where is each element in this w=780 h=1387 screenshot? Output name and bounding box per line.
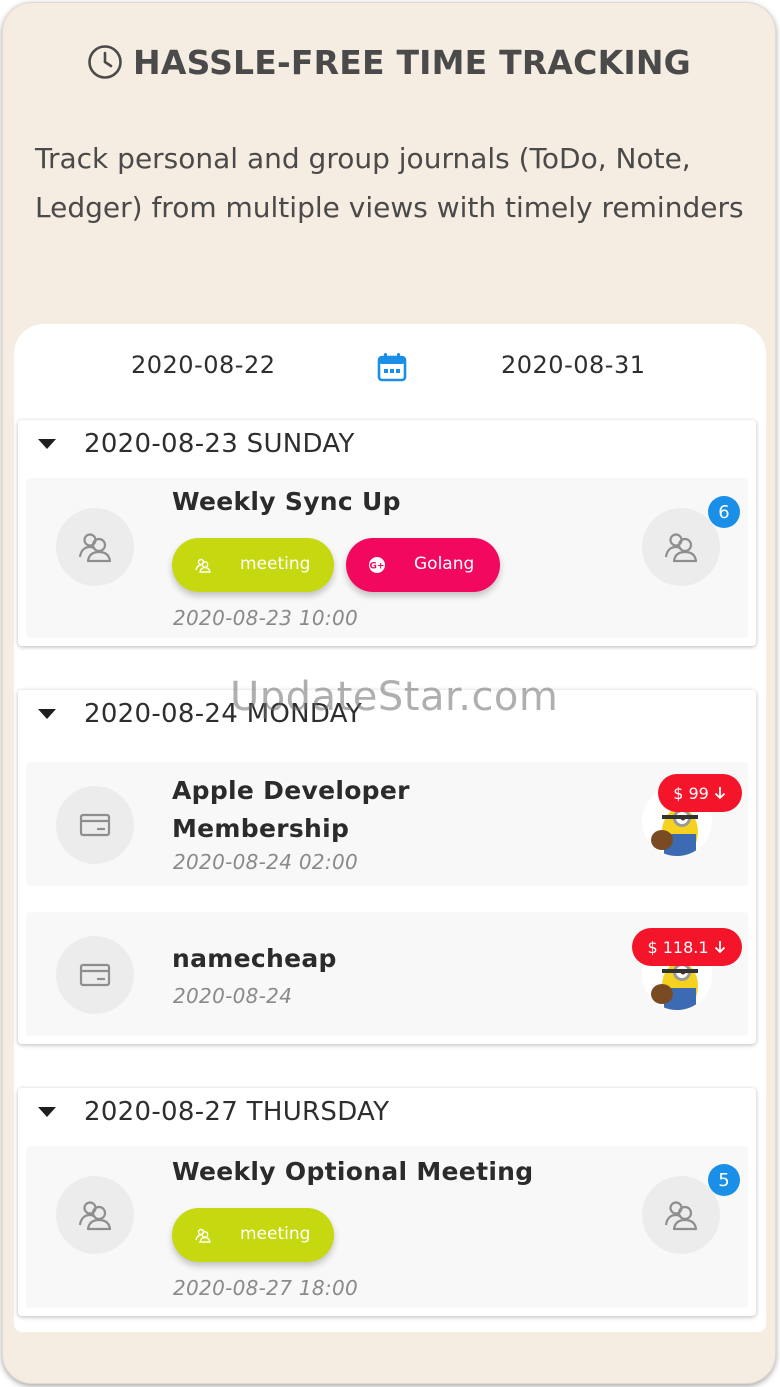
- journal-card: 2020-08-22 2020-08-31 2020-08-23 SUNDAY: [14, 324, 766, 1332]
- list-item[interactable]: Weekly Optional Meeting meeting 2020-08-…: [26, 1146, 748, 1308]
- arrow-down-icon: [714, 941, 725, 954]
- tag-label: meeting: [240, 554, 311, 574]
- amount-value: $ 99: [673, 783, 709, 803]
- item-title: namecheap: [172, 944, 337, 973]
- credit-card-icon: [56, 936, 134, 1014]
- svg-text:G+: G+: [370, 562, 385, 572]
- amount-value: $ 118.1: [647, 937, 709, 957]
- page-subtitle: Track personal and group journals (ToDo,…: [35, 142, 744, 224]
- app-frame: HASSLE-FREE TIME TRACKING Track personal…: [2, 2, 776, 1384]
- section-header[interactable]: 2020-08-23 SUNDAY: [18, 420, 756, 472]
- group-icon: [195, 1228, 211, 1243]
- day-section-thursday: 2020-08-27 THURSDAY Weekly Optional Meet…: [18, 1088, 756, 1316]
- caret-down-icon[interactable]: [38, 709, 56, 719]
- section-title: 2020-08-23 SUNDAY: [84, 429, 355, 459]
- group-icon: [664, 533, 698, 563]
- page-title: HASSLE-FREE TIME TRACKING: [133, 42, 691, 82]
- caret-down-icon[interactable]: [38, 439, 56, 449]
- item-title: Apple Developer: [172, 776, 410, 805]
- item-date: 2020-08-24 02:00: [173, 850, 359, 874]
- amount-badge: $ 99: [658, 774, 742, 812]
- item-title: Weekly Optional Meeting: [172, 1157, 534, 1186]
- participants-badge: 6: [708, 496, 740, 528]
- calendar-icon[interactable]: [376, 351, 408, 383]
- tag-chip-meeting[interactable]: meeting: [172, 538, 334, 592]
- item-date: 2020-08-27 18:00: [173, 1276, 359, 1300]
- amount-badge: $ 118.1: [632, 928, 742, 966]
- group-icon: [56, 1176, 134, 1254]
- credit-card-icon: [56, 786, 134, 864]
- tag-label: meeting: [240, 1224, 311, 1244]
- section-title: 2020-08-24 MONDAY: [84, 699, 363, 729]
- list-item[interactable]: Weekly Sync Up meeting G+ Golang 2020-08…: [26, 478, 748, 638]
- section-header[interactable]: 2020-08-27 THURSDAY: [18, 1088, 756, 1140]
- item-title: Membership: [172, 814, 350, 843]
- item-date: 2020-08-24: [173, 984, 293, 1008]
- item-date: 2020-08-23 10:00: [173, 606, 359, 630]
- tag-chip-golang[interactable]: G+ Golang: [346, 538, 500, 592]
- list-item[interactable]: namecheap 2020-08-24 $ 118.1: [26, 912, 748, 1036]
- participants-avatar[interactable]: [642, 1176, 720, 1254]
- item-title: Weekly Sync Up: [172, 487, 401, 516]
- tag-chip-meeting[interactable]: meeting: [172, 1208, 334, 1262]
- caret-down-icon[interactable]: [38, 1107, 56, 1117]
- start-date[interactable]: 2020-08-22: [131, 351, 275, 379]
- tag-label: Golang: [414, 554, 475, 574]
- g-plus-icon: G+: [369, 557, 385, 573]
- header: HASSLE-FREE TIME TRACKING: [2, 38, 776, 86]
- end-date[interactable]: 2020-08-31: [501, 351, 645, 379]
- date-range-picker[interactable]: 2020-08-22 2020-08-31: [14, 324, 766, 410]
- section-header[interactable]: 2020-08-24 MONDAY: [18, 690, 756, 742]
- clock-icon: [88, 45, 122, 79]
- arrow-down-icon: [714, 787, 725, 800]
- participants-avatar[interactable]: [642, 508, 720, 586]
- section-title: 2020-08-27 THURSDAY: [84, 1097, 390, 1127]
- list-item[interactable]: Apple Developer Membership 2020-08-24 02…: [26, 762, 748, 886]
- group-icon: [195, 558, 211, 573]
- group-icon: [56, 508, 134, 586]
- day-section-sunday: 2020-08-23 SUNDAY Weekly Sync Up meeting: [18, 420, 756, 646]
- day-section-monday: 2020-08-24 MONDAY Apple Developer Member…: [18, 690, 756, 1044]
- group-icon: [664, 1201, 698, 1231]
- participants-badge: 5: [708, 1164, 740, 1196]
